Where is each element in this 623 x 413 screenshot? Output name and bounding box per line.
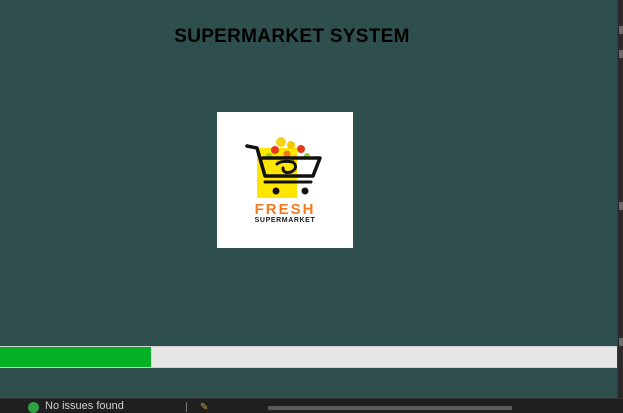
issues-status[interactable]: No issues found <box>45 400 124 412</box>
editor-side-strip <box>617 0 623 398</box>
logo: FRESH SUPERMARKET <box>217 112 353 248</box>
status-separator <box>186 402 187 412</box>
shopping-cart-icon <box>245 137 322 198</box>
horizontal-scrollbar[interactable] <box>268 406 512 410</box>
logo-sub-text: SUPERMARKET <box>254 217 316 224</box>
check-circle-icon <box>28 402 39 413</box>
status-bar: No issues found ✎ <box>0 398 623 413</box>
app-title: SUPERMARKET SYSTEM <box>174 26 410 47</box>
loading-progress-bar <box>0 346 617 368</box>
splash-window: SUPERMARKET SYSTEM FRESH SUPERMARKET <box>0 0 617 398</box>
brush-icon[interactable]: ✎ <box>200 402 208 413</box>
logo-brand-text: FRESH <box>254 201 316 218</box>
progress-fill <box>0 347 152 367</box>
